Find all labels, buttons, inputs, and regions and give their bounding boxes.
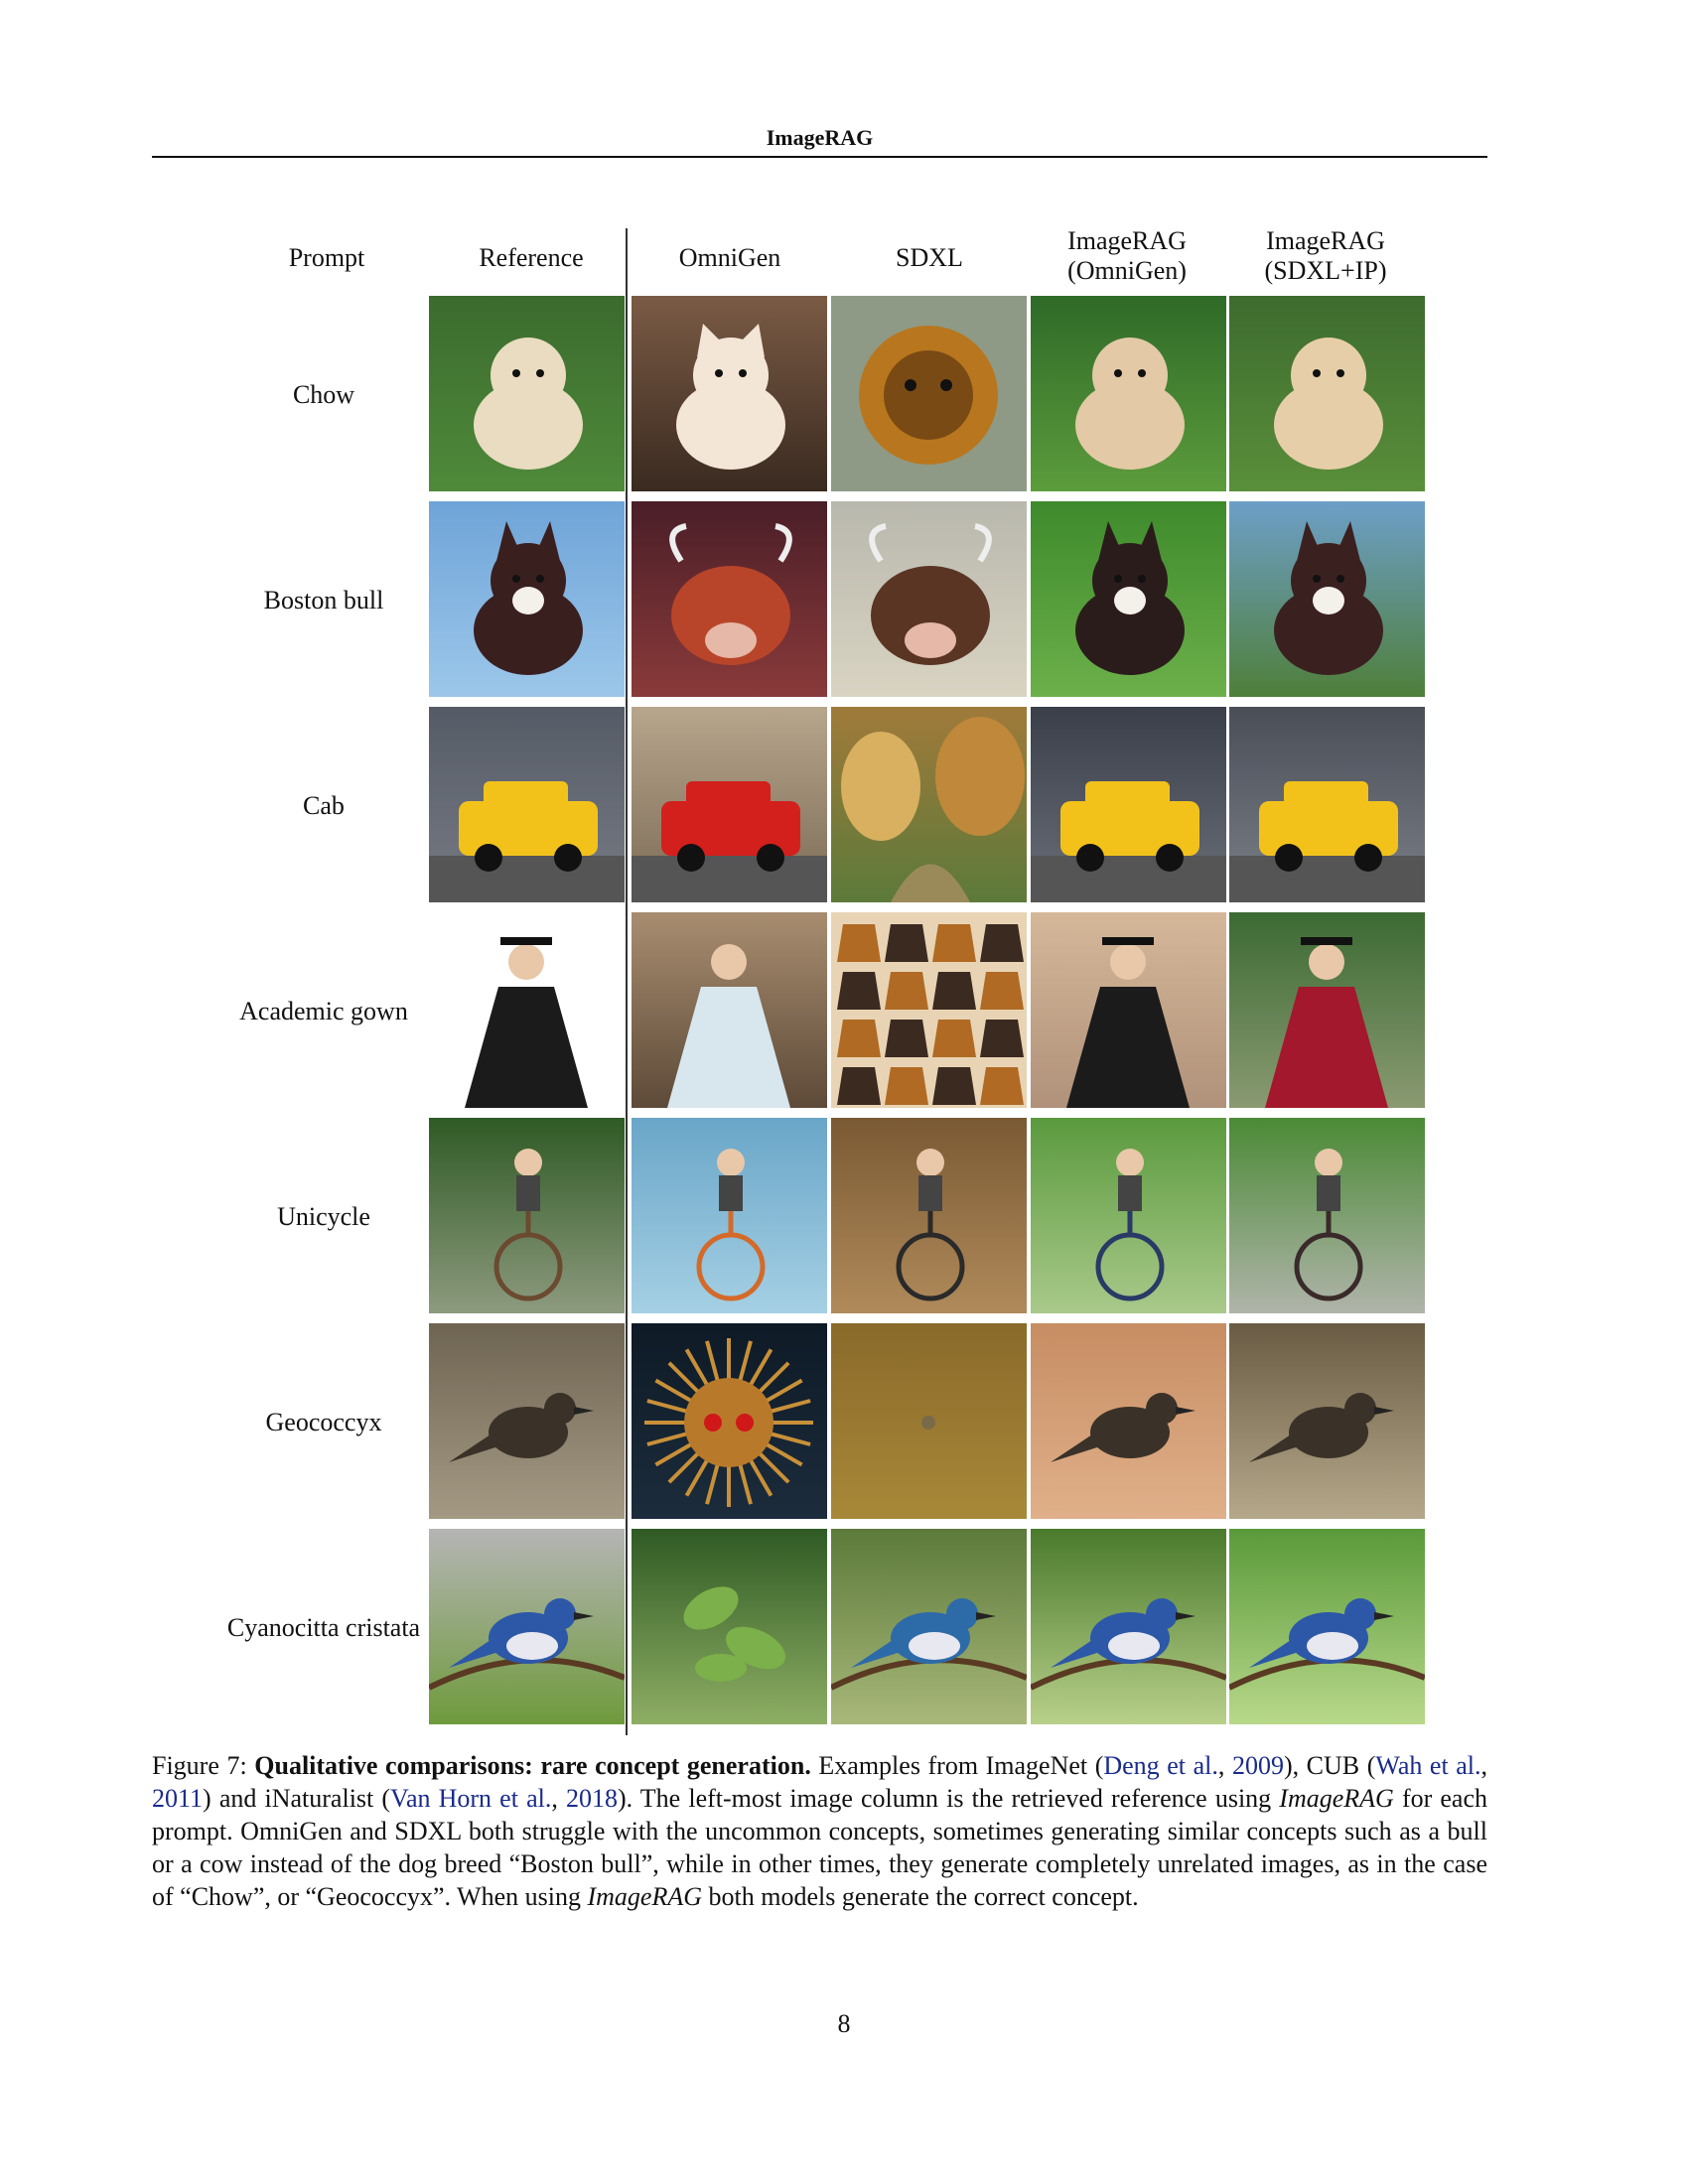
citation-link[interactable]: 2018 (566, 1784, 618, 1813)
image-cell (831, 1118, 1027, 1313)
figure-label: Figure 7: (152, 1751, 247, 1780)
row-label: Cab (303, 791, 345, 820)
image-cell (1031, 296, 1226, 491)
image-cell (632, 912, 827, 1108)
image-cell (632, 296, 827, 491)
column-header-omnigen: OmniGen (678, 243, 781, 272)
image-cell (1031, 707, 1226, 902)
caption-italic: ImageRAG (1279, 1784, 1394, 1813)
reference-divider-line (626, 228, 628, 1735)
column-header-line: (OmniGen) (1067, 256, 1187, 285)
column-header-line: ImageRAG (1266, 226, 1385, 255)
image-cell (632, 707, 827, 902)
page-number: 8 (837, 2009, 851, 2038)
caption-text: Examples from ImageNet ( (818, 1751, 1104, 1780)
image-cell (1229, 912, 1425, 1108)
image-cell (1031, 912, 1226, 1108)
caption-title: Qualitative comparisons: rare concept ge… (254, 1751, 811, 1780)
citation-link[interactable]: 2009 (1232, 1751, 1284, 1780)
image-cell (429, 1529, 625, 1724)
image-cell (831, 707, 1027, 902)
column-header-sdxl: SDXL (896, 243, 963, 272)
image-cell (1229, 501, 1425, 697)
image-cell (831, 1323, 1027, 1519)
image-cell (632, 1118, 827, 1313)
column-header-reference: Reference (479, 243, 584, 272)
image-cell (1229, 1118, 1425, 1313)
citation-link[interactable]: Van Horn et al. (390, 1784, 551, 1813)
row-label: Geococcyx (265, 1408, 382, 1436)
caption-text: , (1480, 1751, 1488, 1780)
image-cell (1031, 501, 1226, 697)
image-cell (1229, 707, 1425, 902)
caption-text: both models generate the correct concept… (702, 1882, 1139, 1911)
image-cell (429, 501, 625, 697)
image-cell (831, 1529, 1027, 1724)
caption-text: , (551, 1784, 566, 1813)
column-header-line: ImageRAG (1067, 226, 1187, 255)
caption-text: , (1217, 1751, 1232, 1780)
image-cell (1031, 1529, 1226, 1724)
image-cell (1031, 1118, 1226, 1313)
image-cell (429, 1118, 625, 1313)
caption-italic: ImageRAG (587, 1882, 702, 1911)
image-cell (632, 501, 827, 697)
row-label: Unicycle (277, 1202, 370, 1231)
row-label: Cyanocitta cristata (226, 1613, 421, 1642)
image-cell (429, 707, 625, 902)
image-cell (831, 501, 1027, 697)
citation-link[interactable]: Deng et al. (1103, 1751, 1218, 1780)
image-cell (1031, 1323, 1226, 1519)
image-cell (632, 1323, 827, 1519)
column-header-imagerag-omnigen: ImageRAG (OmniGen) (1029, 226, 1225, 286)
row-label: Boston bull (263, 586, 384, 614)
image-cell (429, 912, 625, 1108)
row-label: Chow (292, 380, 355, 409)
image-cell (831, 296, 1027, 491)
citation-link[interactable]: 2011 (152, 1784, 203, 1813)
image-cell (831, 912, 1027, 1108)
caption-text: ), CUB ( (1283, 1751, 1376, 1780)
caption-text: ) and iNaturalist ( (203, 1784, 391, 1813)
figure: Prompt Reference OmniGen SDXL ImageRAG (… (0, 0, 1688, 1747)
row-label: Academic gown (239, 997, 408, 1025)
column-header-imagerag-sdxl: ImageRAG (SDXL+IP) (1227, 226, 1424, 286)
image-cell (429, 1323, 625, 1519)
caption-text: ). The left-most image column is the ret… (617, 1784, 1280, 1813)
image-cell (1229, 1323, 1425, 1519)
column-header-line: (SDXL+IP) (1264, 256, 1387, 285)
column-header-prompt: Prompt (288, 243, 365, 272)
figure-caption: Figure 7: Qualitative comparisons: rare … (152, 1749, 1487, 1913)
image-cell (1229, 296, 1425, 491)
image-cell (429, 296, 625, 491)
image-cell (632, 1529, 827, 1724)
image-cell (1229, 1529, 1425, 1724)
citation-link[interactable]: Wah et al. (1375, 1751, 1480, 1780)
